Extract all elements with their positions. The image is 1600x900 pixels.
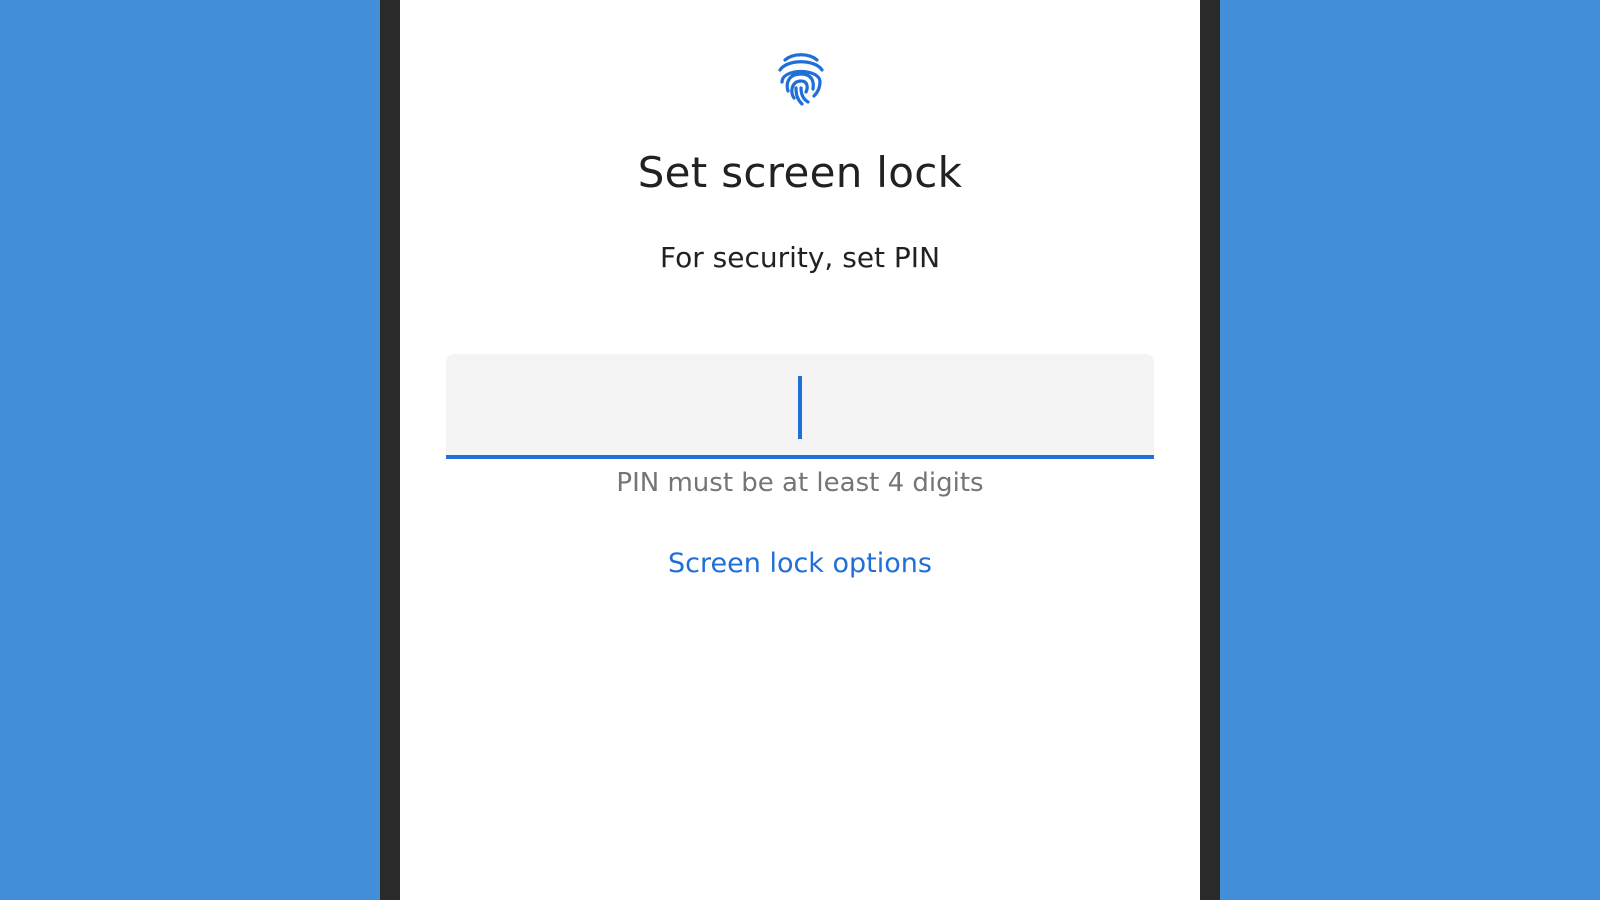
set-screen-lock-screen: Set screen lock For security, set PIN PI… bbox=[400, 0, 1200, 900]
fingerprint-icon bbox=[776, 48, 826, 106]
page-subtitle: For security, set PIN bbox=[659, 241, 941, 274]
pin-field[interactable] bbox=[446, 354, 1158, 459]
pin-input[interactable] bbox=[446, 354, 1158, 457]
page-title: Set screen lock bbox=[637, 148, 963, 197]
screen-lock-options-link[interactable]: Screen lock options bbox=[400, 544, 1200, 584]
pin-hint: PIN must be at least 4 digits bbox=[616, 468, 984, 498]
